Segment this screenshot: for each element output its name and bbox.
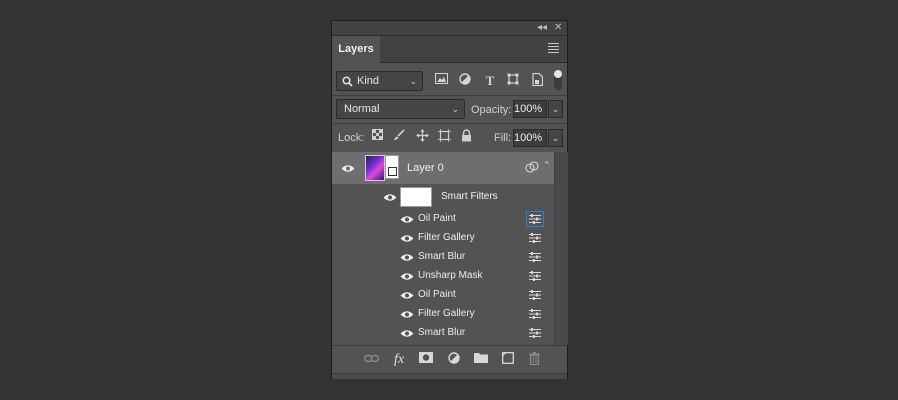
smart-filter-indicator-icon [525,161,539,173]
fill-label: Fill: [494,132,512,144]
panel-bottom-bar: fx [332,345,567,374]
lock-row: Lock: Fill: 100% ⌄ [332,124,567,152]
eye-icon[interactable] [400,272,414,281]
filter-name[interactable]: Oil Paint [418,289,456,300]
lock-all-icon[interactable] [458,129,474,145]
fx-button[interactable]: fx [391,352,407,368]
fill-chevron-icon[interactable]: ⌄ [548,129,563,147]
eye-icon[interactable] [400,234,414,243]
image-filter-icon[interactable] [433,73,449,89]
eye-icon[interactable] [400,215,414,224]
panel-titlebar: ◂◂ ✕ [332,21,567,36]
chevron-down-icon: ⌄ [409,76,417,86]
filter-name[interactable]: Smart Blur [418,251,465,262]
shape-filter-icon[interactable] [505,73,521,89]
lock-artboard-icon[interactable] [436,129,452,145]
chevron-down-icon: ⌄ [451,104,459,114]
eye-icon[interactable] [383,193,397,202]
filter-mask-thumbnail[interactable] [400,187,432,207]
opacity-label: Opacity: [471,104,512,116]
link-layers-icon[interactable] [363,352,379,368]
panel-resize-grip[interactable] [332,373,567,379]
lock-position-icon[interactable] [414,129,430,145]
filter-blending-options-icon[interactable] [526,287,544,303]
filter-toggle[interactable] [554,70,562,90]
blend-mode-dropdown[interactable]: Normal ⌄ [336,99,465,119]
filter-blending-options-icon[interactable] [526,249,544,265]
smart-object-filter-icon[interactable] [529,72,545,89]
filter-blending-options-icon[interactable] [526,230,544,246]
opacity-input[interactable]: 100% [513,100,547,118]
kind-label: Kind [357,75,380,87]
filter-row[interactable]: Filter Gallery [362,305,554,324]
blend-mode-value: Normal [344,103,380,115]
filter-name[interactable]: Oil Paint [418,213,456,224]
kind-dropdown[interactable]: Kind ⌄ [336,71,423,91]
panel-menu-icon[interactable] [548,43,559,55]
layer-name[interactable]: Layer 0 [407,162,444,174]
close-icon[interactable]: ✕ [554,22,562,34]
filter-row[interactable]: Oil Paint [362,210,554,229]
filter-name[interactable]: Filter Gallery [418,232,475,243]
smart-object-thumbnail[interactable] [385,155,399,179]
smart-filters-row[interactable]: Smart Filters [362,184,554,210]
add-mask-icon[interactable] [418,352,434,368]
adjustment-filter-icon[interactable] [457,73,473,89]
panel-tab-row: Layers [332,36,567,63]
lock-transparent-pixels-icon[interactable] [369,129,385,145]
layers-scrollbar[interactable] [554,152,568,345]
filter-row[interactable]: Smart Blur [362,248,554,267]
filter-bar: Kind ⌄ T [332,65,567,95]
eye-icon[interactable] [341,164,355,173]
fill-input[interactable]: 100% [513,129,547,147]
filter-name[interactable]: Filter Gallery [418,308,475,319]
filter-blending-options-icon[interactable] [526,268,544,284]
filter-row[interactable]: Filter Gallery [362,229,554,248]
filter-name[interactable]: Unsharp Mask [418,270,482,281]
smart-object-badge-icon [388,167,397,176]
layer-row-layer-0[interactable]: Layer 0 ⌃ [332,152,554,184]
opacity-chevron-icon[interactable]: ⌄ [548,100,563,118]
type-filter-icon[interactable]: T [482,73,498,89]
lock-image-pixels-icon[interactable] [391,129,407,145]
eye-icon[interactable] [400,329,414,338]
filter-blending-options-icon[interactable] [526,306,544,322]
filter-row[interactable]: Oil Paint [362,286,554,305]
lock-label: Lock: [338,132,365,144]
folder-icon[interactable] [473,352,489,368]
adjustment-layer-icon[interactable] [446,352,462,368]
eye-icon[interactable] [400,291,414,300]
collapse-effects-icon[interactable]: ⌃ [543,160,551,171]
filter-blending-options-icon[interactable] [526,325,544,341]
eye-icon[interactable] [400,310,414,319]
layer-thumbnail[interactable] [365,155,385,181]
blend-row: Normal ⌄ Opacity: 100% ⌄ [332,96,567,123]
eye-icon[interactable] [400,253,414,262]
collapse-icon[interactable]: ◂◂ [537,22,547,34]
smart-filters-label: Smart Filters [441,191,498,202]
filter-row[interactable]: Smart Blur [362,324,554,343]
trash-icon[interactable] [526,352,542,368]
layers-list: Layer 0 ⌃ Smart Filters Oil Paint Filter… [332,152,554,345]
search-icon [342,76,353,87]
layers-panel: ◂◂ ✕ Layers Kind ⌄ T Normal ⌄ Opacity: 1… [331,20,568,379]
tab-layers[interactable]: Layers [332,36,380,63]
filter-row[interactable]: Unsharp Mask [362,267,554,286]
filter-blending-options-icon[interactable] [526,211,544,227]
filter-name[interactable]: Smart Blur [418,327,465,338]
new-layer-icon[interactable] [500,351,516,368]
